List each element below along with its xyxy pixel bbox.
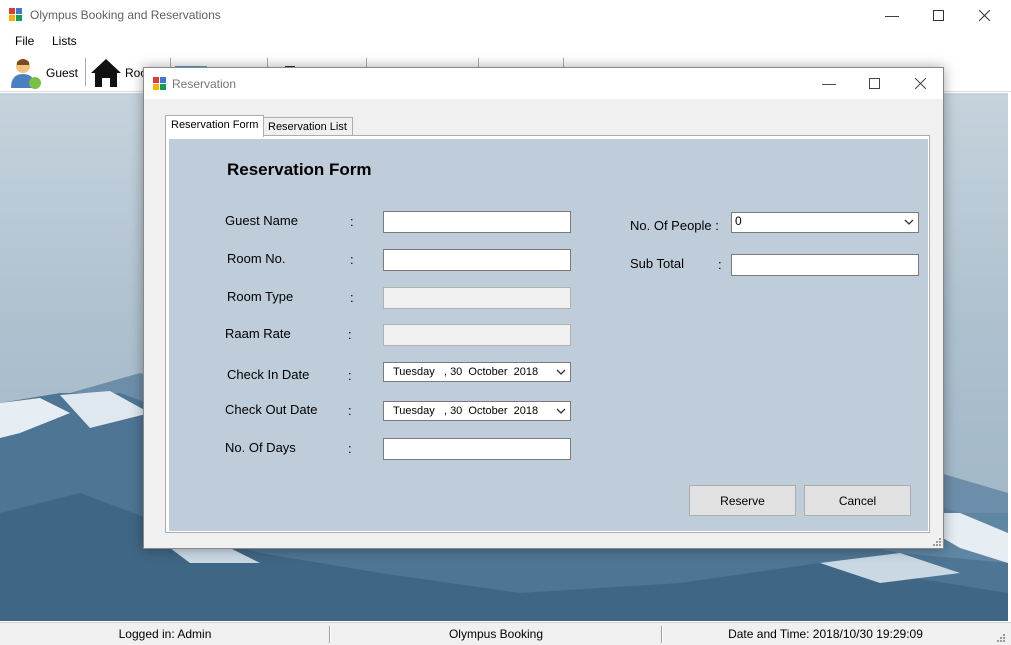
menu-lists[interactable]: Lists [52,34,77,48]
dialog-minimize-button[interactable]: — [806,68,852,98]
colon: : [350,214,354,229]
logged-in-status: Logged in: Admin [118,627,212,641]
minimize-icon: — [885,7,899,23]
maximize-icon [868,77,880,89]
sub-total-input[interactable] [731,254,919,276]
check-out-date-value: Tuesday , 30 October 2018 [393,405,539,417]
rooms-toolbar-button[interactable]: Roo [90,55,147,91]
room-no-input[interactable] [383,249,571,271]
maximize-button[interactable] [915,0,961,30]
close-icon [914,77,926,89]
close-button[interactable] [961,0,1007,30]
room-rate-input [383,324,571,346]
no-of-days-label: No. Of Days [225,440,296,455]
reservation-form-area: Reservation Form Guest Name : Room No. :… [169,139,928,531]
resize-grip-icon[interactable] [995,632,1005,642]
room-type-input [383,287,571,309]
dialog-title: Reservation [172,77,237,91]
room-type-label: Room Type [227,289,294,304]
main-title-bar: Olympus Booking and Reservations — [0,0,1011,30]
chevron-down-icon[interactable] [556,407,566,415]
colon: : [350,290,354,305]
check-in-date-label: Check In Date [227,367,310,382]
room-no-label: Room No. [227,251,286,266]
check-in-date-picker[interactable]: Tuesday , 30 October 2018 [383,362,571,382]
main-window-title: Olympus Booking and Reservations [30,8,221,22]
minimize-icon: — [822,75,836,91]
menu-file[interactable]: File [15,34,34,48]
guest-name-input[interactable] [383,211,571,233]
dialog-close-button[interactable] [897,68,943,98]
guest-icon [11,59,41,89]
menu-bar: File Lists [0,30,1011,52]
chevron-down-icon[interactable] [556,368,566,376]
app-icon [153,77,166,90]
minimize-button[interactable]: — [869,0,915,30]
colon: : [350,252,354,267]
house-icon [91,59,121,87]
reserve-button[interactable]: Reserve [689,485,796,516]
maximize-icon [932,9,944,21]
form-heading: Reservation Form [227,160,372,179]
reservation-form-tab-panel: Reservation Form Guest Name : Room No. :… [165,135,930,533]
guest-toolbar-button[interactable]: Guest [8,55,78,91]
app-icon [9,8,22,21]
check-out-date-label: Check Out Date [225,402,318,417]
reservation-dialog: Reservation — Reservation Form Reservati… [143,67,944,549]
date-time-status: Date and Time: 2018/10/30 19:29:09 [728,627,923,641]
no-of-people-label: No. Of People : [630,218,719,233]
tab-reservation-form[interactable]: Reservation Form [165,115,265,137]
app-name-status: Olympus Booking [448,627,544,641]
no-of-people-select[interactable]: 0 [731,212,919,233]
dialog-resize-grip-icon[interactable] [931,536,941,546]
chevron-down-icon[interactable] [904,218,914,226]
sub-total-label: Sub Total [630,256,684,271]
colon: : [348,327,352,342]
colon: : [718,257,722,272]
dialog-title-bar: Reservation — [144,68,943,99]
close-icon [978,9,990,21]
dialog-maximize-button[interactable] [851,68,897,98]
check-in-date-value: Tuesday , 30 October 2018 [393,366,539,378]
status-bar: Logged in: Admin Olympus Booking Date an… [0,622,1011,645]
room-rate-label: Raam Rate [225,326,291,341]
toolbar-separator [85,58,86,86]
guest-name-label: Guest Name [225,213,298,228]
colon: : [348,403,352,418]
tab-reservation-list[interactable]: Reservation List [262,117,353,137]
colon: : [348,368,352,383]
cancel-button[interactable]: Cancel [804,485,911,516]
no-of-people-value: 0 [735,214,742,228]
guest-toolbar-label: Guest [46,66,79,80]
no-of-days-input[interactable] [383,438,571,460]
colon: : [348,441,352,456]
check-out-date-picker[interactable]: Tuesday , 30 October 2018 [383,401,571,421]
